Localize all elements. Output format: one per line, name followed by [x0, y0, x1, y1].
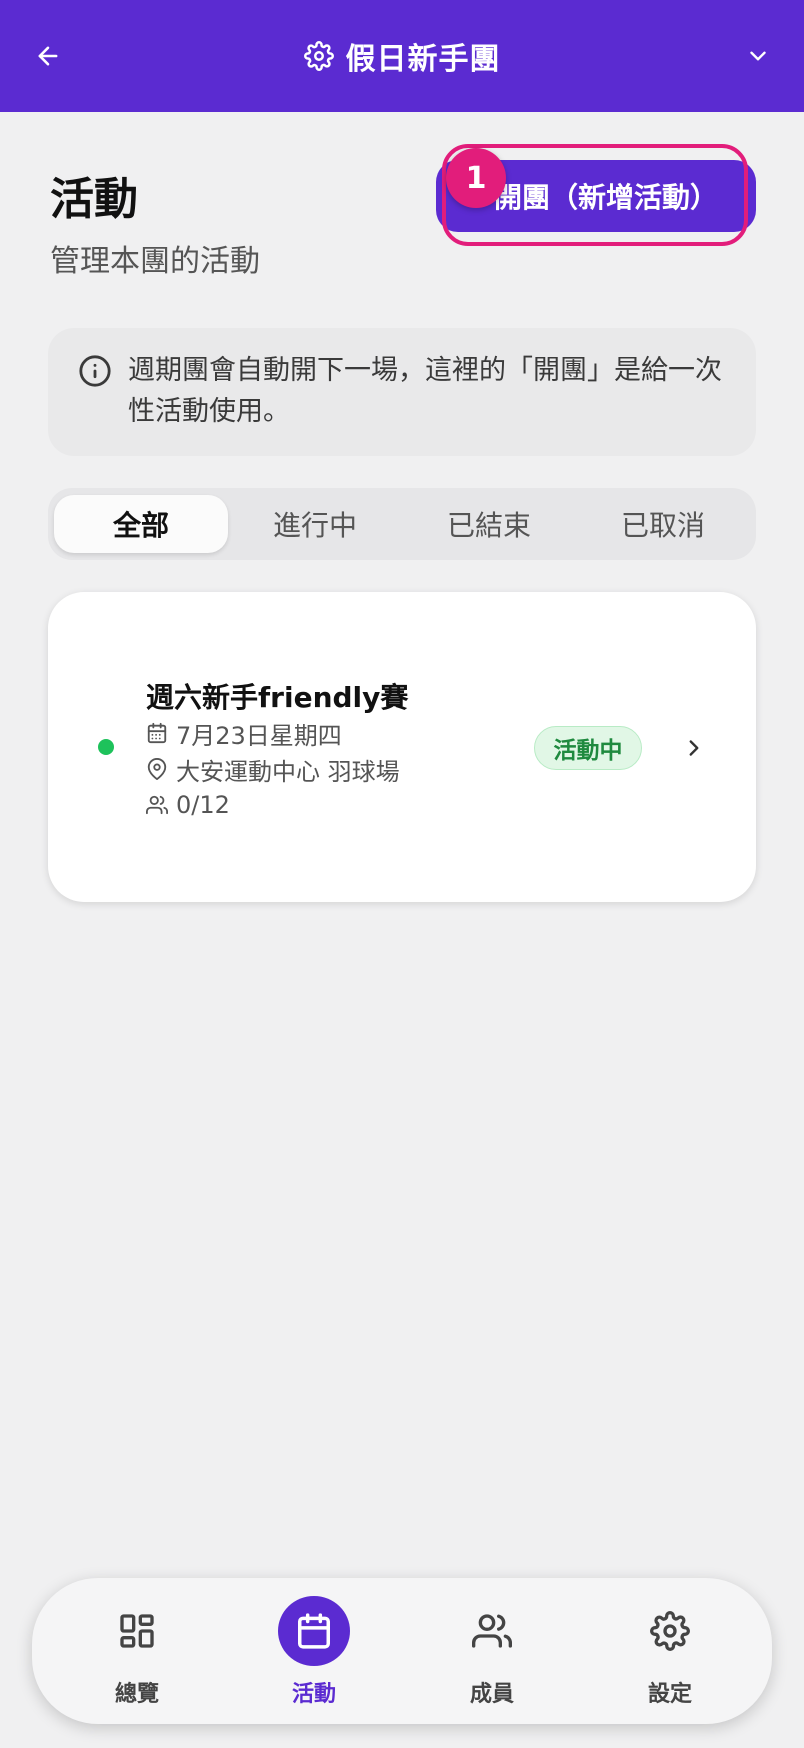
nav-overview[interactable]: 總覽 [77, 1596, 197, 1708]
tab-ended[interactable]: 已結束 [402, 495, 576, 553]
activity-participants: 0/12 [176, 791, 230, 819]
map-pin-icon [147, 758, 167, 780]
info-text: 週期團會自動開下一場，這裡的「開團」是給一次性活動使用。 [128, 355, 722, 427]
chevron-right-icon[interactable] [676, 730, 712, 766]
info-icon [79, 355, 111, 387]
tab-all[interactable]: 全部 [54, 495, 228, 553]
page-title: 活動 [50, 174, 138, 225]
dashboard-grid-icon [101, 1596, 173, 1666]
calendar-icon [147, 722, 167, 744]
status-dot [98, 739, 114, 755]
activity-participants-row: 0/12 [146, 788, 230, 822]
top-app-bar: 假日新手團 [0, 0, 804, 112]
gear-icon [634, 1596, 706, 1666]
nav-members-label: 成員 [469, 1682, 514, 1707]
calendar-icon [278, 1596, 350, 1666]
page-subtitle: 管理本團的活動 [50, 244, 260, 279]
tab-cancelled[interactable]: 已取消 [576, 495, 750, 553]
status-filter-tabs: 全部 進行中 已結束 已取消 [48, 488, 756, 560]
activity-name: 週六新手friendly賽 [146, 681, 409, 714]
nav-activities[interactable]: 活動 [254, 1596, 374, 1708]
users-icon [146, 795, 168, 815]
activity-date: 7月23日星期四 [176, 721, 342, 750]
activity-date-row: 7月23日星期四 [146, 716, 342, 750]
activity-location-row: 大安運動中心 羽球場 [146, 752, 400, 786]
group-title-area[interactable]: 假日新手團 [0, 30, 804, 82]
tab-ongoing[interactable]: 進行中 [228, 495, 402, 553]
users-icon [456, 1596, 528, 1666]
nav-activities-label: 活動 [291, 1682, 336, 1707]
nav-members[interactable]: 成員 [432, 1596, 552, 1708]
group-switch-dropdown[interactable] [738, 36, 778, 76]
info-notice: 週期團會自動開下一場，這裡的「開團」是給一次性活動使用。 [48, 328, 756, 456]
nav-overview-label: 總覽 [114, 1682, 159, 1707]
chevron-down-icon [750, 51, 766, 61]
status-badge: 活動中 [534, 726, 642, 770]
nav-settings[interactable]: 設定 [610, 1596, 730, 1708]
tutorial-step-badge: 1 [446, 148, 506, 208]
bottom-navigation: 總覽 活動 成員 設定 [32, 1578, 772, 1724]
group-title: 假日新手團 [345, 42, 501, 77]
activity-location: 大安運動中心 羽球場 [176, 757, 400, 786]
gear-icon [303, 41, 334, 71]
nav-settings-label: 設定 [647, 1682, 692, 1707]
activity-card[interactable]: 週六新手friendly賽 7月23日星期四 大安運動中心 羽球場 0/12 活… [48, 592, 756, 902]
